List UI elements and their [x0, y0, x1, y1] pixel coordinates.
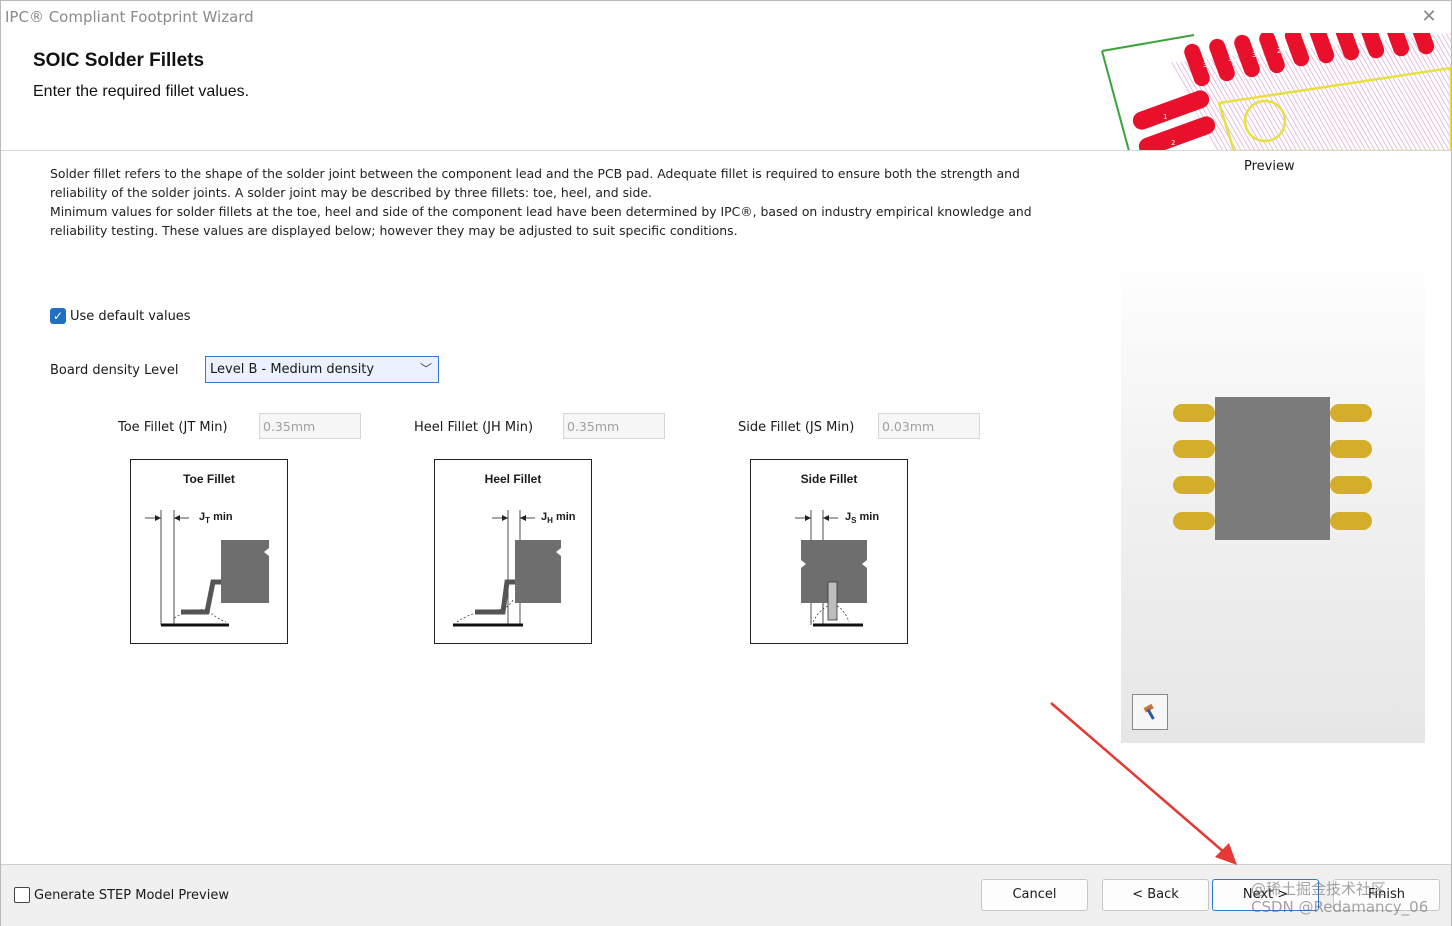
board-density-label: Board density Level [50, 363, 179, 378]
preview-settings-button[interactable] [1132, 694, 1168, 730]
toe-fillet-diagram: Toe Fillet JT min [130, 459, 288, 644]
wizard-header: SOIC Solder Fillets Enter the required f… [1, 33, 1451, 151]
description-line: Minimum values for solder fillets at the… [50, 204, 1032, 219]
generate-step-label: Generate STEP Model Preview [34, 887, 229, 903]
toe-fillet-label: Toe Fillet (JT Min) [118, 420, 228, 435]
pad-number: 32 [1203, 61, 1212, 69]
use-default-values-label: Use default values [70, 308, 191, 324]
watermark-line: @稀土掘金技术社区 [1251, 880, 1387, 898]
page-subtitle: Enter the required fillet values. [33, 83, 250, 100]
use-default-values-checkbox[interactable]: ✓ [50, 308, 66, 324]
toe-fillet-diagram-title: Toe Fillet [183, 472, 235, 486]
generate-step-row[interactable]: Generate STEP Model Preview [14, 887, 229, 903]
side-fillet-diagram-title: Side Fillet [800, 472, 858, 486]
pad-number: 31 [1228, 55, 1237, 63]
watermark-line: CSDN @Redamancy_06 [1251, 898, 1429, 916]
watermark: @稀土掘金技术社区 CSDN @Redamancy_06 [1251, 880, 1428, 916]
side-fillet-dim: JS min [845, 511, 880, 526]
window-title: IPC® Compliant Footprint Wizard [5, 8, 254, 26]
footprint-preview[interactable] [1121, 251, 1425, 743]
pad-number: 2 [1171, 139, 1175, 147]
heel-fillet-dim: JH min [541, 511, 576, 526]
board-density-value: Level B - Medium density [210, 362, 375, 377]
toe-fillet-dim: JT min [199, 511, 233, 526]
pad-number: 1 [1163, 113, 1167, 121]
heel-fillet-diagram: Heel Fillet JH min [434, 459, 592, 644]
back-button[interactable]: < Back [1102, 879, 1209, 911]
use-default-values-row[interactable]: ✓ Use default values [50, 307, 191, 325]
heel-fillet-label: Heel Fillet (JH Min) [414, 420, 534, 435]
pcb-header-art: 32 31 30 29 1 2 [1101, 33, 1451, 150]
generate-step-checkbox[interactable] [14, 887, 30, 903]
preview-label: Preview [1244, 159, 1295, 174]
toe-fillet-input[interactable]: 0.35mm [259, 413, 361, 439]
title-bar: IPC® Compliant Footprint Wizard ✕ [1, 1, 1451, 33]
close-icon[interactable]: ✕ [1419, 7, 1439, 27]
description-line: Solder fillet refers to the shape of the… [50, 166, 1020, 181]
description-text: Solder fillet refers to the shape of the… [50, 164, 1032, 240]
page-title: SOIC Solder Fillets [33, 50, 205, 71]
chevron-down-icon: ﹀ [419, 362, 432, 376]
side-fillet-label: Side Fillet (JS Min) [738, 420, 855, 435]
description-line: reliability of the solder joints. A sold… [50, 185, 652, 200]
cancel-button[interactable]: Cancel [981, 879, 1088, 911]
pad-number: 30 [1252, 51, 1261, 59]
pad-number: 29 [1277, 47, 1286, 55]
board-density-select[interactable]: Level B - Medium density ﹀ [205, 356, 439, 383]
heel-fillet-input[interactable]: 0.35mm [563, 413, 665, 439]
soic-footprint-render [1173, 397, 1372, 540]
hammer-icon [1143, 703, 1155, 720]
description-line: reliability testing. These values are di… [50, 223, 738, 238]
heel-fillet-diagram-title: Heel Fillet [484, 472, 542, 486]
side-fillet-input[interactable]: 0.03mm [878, 413, 980, 439]
wizard-window: IPC® Compliant Footprint Wizard ✕ SOIC S… [0, 0, 1452, 926]
side-fillet-diagram: Side Fillet JS min [750, 459, 908, 644]
